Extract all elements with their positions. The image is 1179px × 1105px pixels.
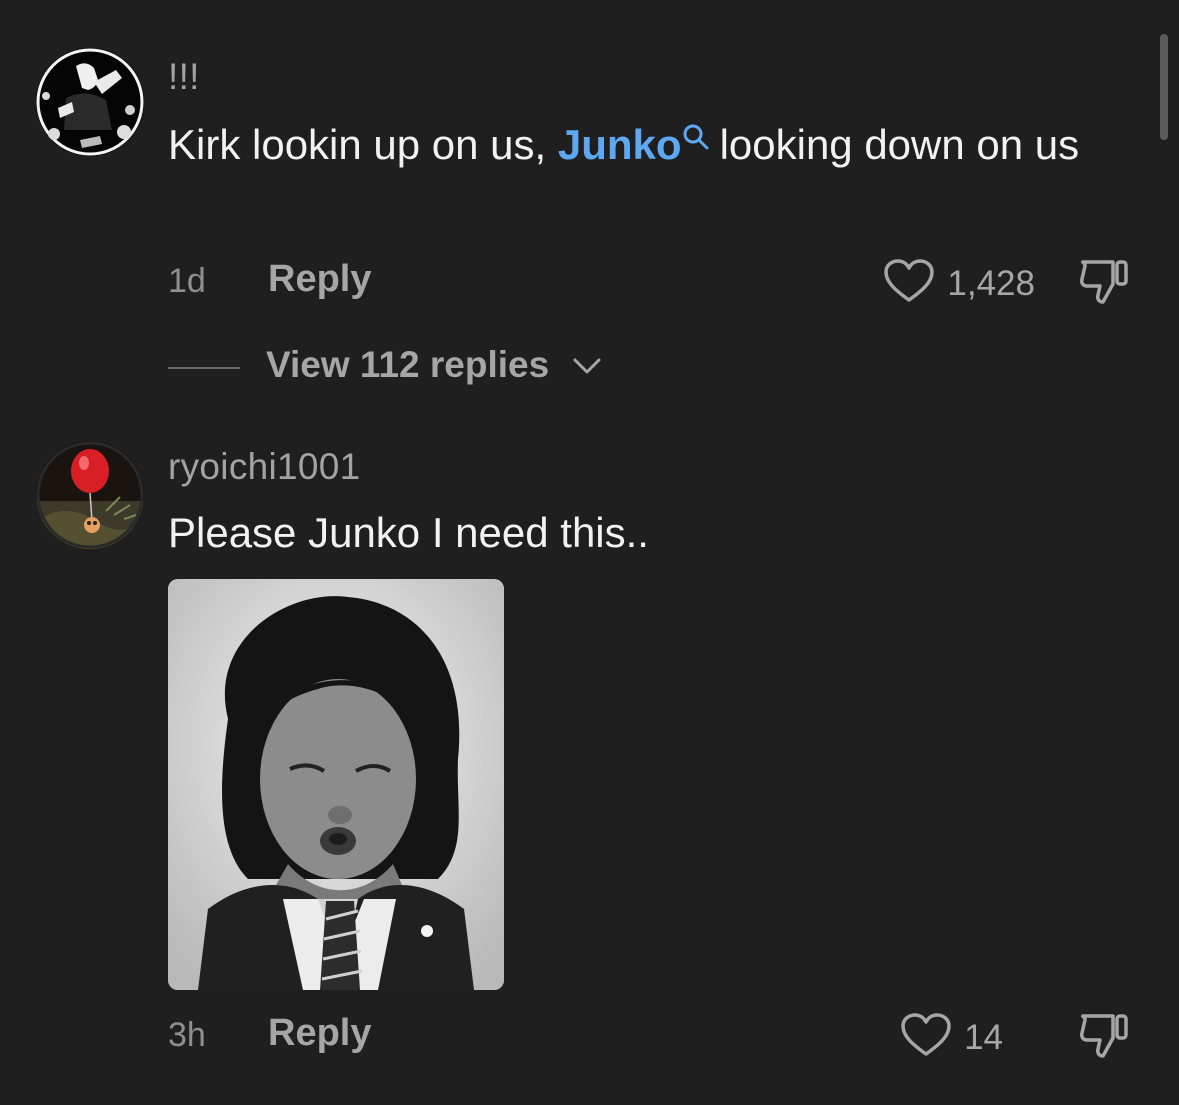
scrollbar[interactable]: [1160, 34, 1168, 140]
comment-timestamp: 3h: [168, 1016, 206, 1054]
comment-actions: 1d Reply 1,428: [168, 256, 1131, 306]
reply-button[interactable]: Reply: [268, 1012, 371, 1055]
comment-attached-image[interactable]: [168, 579, 504, 990]
like-count: 1,428: [947, 263, 1035, 303]
like-button[interactable]: 1,428: [883, 258, 1035, 309]
reply-button[interactable]: Reply: [268, 258, 371, 301]
comment-actions: 3h Reply 14: [168, 1010, 1131, 1060]
replies-divider: [168, 367, 240, 369]
search-icon[interactable]: [682, 106, 710, 172]
avatar[interactable]: [36, 441, 144, 549]
mention-link[interactable]: Junko: [558, 121, 682, 168]
heart-outline-icon: [883, 258, 935, 309]
comments-panel: !!! Kirk lookin up on us, Junko looking d…: [0, 0, 1179, 1105]
comment-text-part: looking down on us: [719, 121, 1080, 168]
chevron-down-icon: [572, 356, 602, 381]
thumbs-down-icon[interactable]: [1077, 256, 1131, 311]
comment-text: Kirk lookin up on us, Junko looking down …: [168, 112, 1138, 178]
comment-username[interactable]: !!!: [168, 56, 200, 98]
view-replies-label[interactable]: View 112 replies: [266, 344, 549, 386]
like-button[interactable]: 14: [900, 1012, 1003, 1063]
comment-text-part: Kirk lookin up on us,: [168, 121, 558, 168]
heart-outline-icon: [900, 1012, 952, 1063]
comment-timestamp: 1d: [168, 262, 206, 300]
like-count: 14: [964, 1017, 1003, 1057]
comment-username[interactable]: ryoichi1001: [168, 446, 361, 488]
comment-text: Please Junko I need this..: [168, 509, 649, 556]
view-replies-button[interactable]: View 112 replies: [168, 342, 768, 394]
thumbs-down-icon[interactable]: [1077, 1010, 1131, 1065]
avatar[interactable]: [36, 48, 144, 156]
